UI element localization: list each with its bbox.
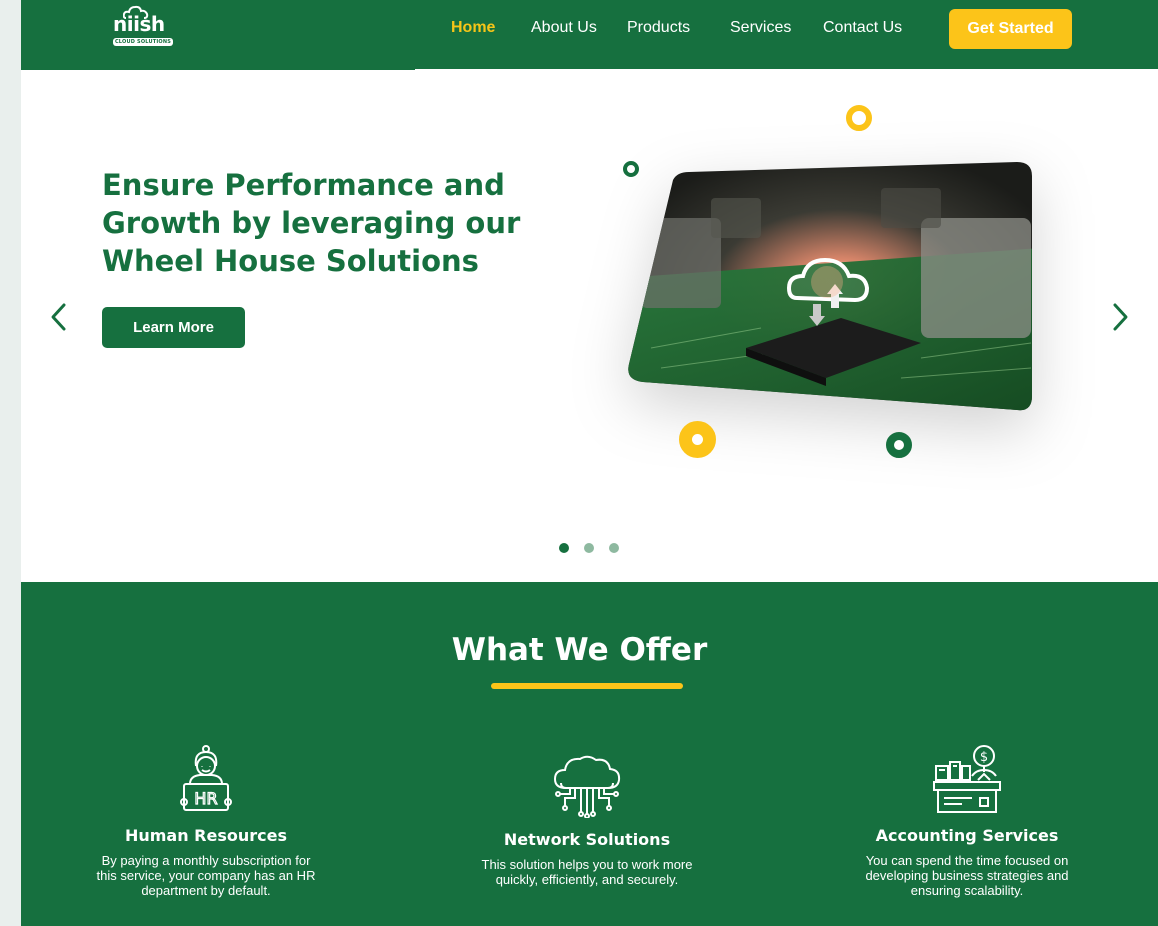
header-accent-line [21, 69, 415, 70]
offer-card-network[interactable]: Network Solutions This solution helps yo… [467, 754, 707, 887]
carousel-next-button[interactable] [1104, 300, 1134, 334]
nav-about-us[interactable]: About Us [531, 19, 597, 37]
accounting-desk-icon: $ [933, 745, 1001, 813]
offer-card-accounting[interactable]: $ Accounting Services You can spend the … [847, 744, 1087, 898]
offer-section: What We Offer HR Human Resources By payi… [21, 582, 1158, 926]
page: niish CLOUD SOLUTIONS Home About Us Prod… [21, 0, 1158, 926]
carousel-dot-2[interactable] [584, 543, 594, 553]
offer-card-title: Accounting Services [875, 826, 1059, 845]
cloud-network-icon [553, 755, 621, 818]
offer-title: What We Offer [451, 632, 708, 668]
get-started-button[interactable]: Get Started [949, 9, 1072, 49]
offer-card-description: This solution helps you to work more qui… [481, 857, 693, 887]
decor-ring-yellow-large [679, 421, 716, 458]
brand-logo[interactable]: niish CLOUD SOLUTIONS [111, 5, 175, 49]
hero-title: Ensure Performance and Growth by leverag… [102, 168, 521, 278]
offer-card-title: Human Resources [124, 826, 288, 845]
cloud-chip-image [628, 162, 1032, 411]
hr-person-icon: HR [180, 745, 232, 811]
nav-services[interactable]: Services [730, 19, 791, 37]
chevron-left-icon [51, 303, 66, 331]
nav-contact-us[interactable]: Contact Us [823, 19, 902, 37]
decor-ring-green-large [886, 432, 912, 458]
decor-ring-yellow-small [846, 105, 872, 131]
svg-text:$: $ [980, 750, 988, 765]
carousel-prev-button[interactable] [45, 300, 75, 334]
nav-products[interactable]: Products [627, 19, 690, 37]
site-header: niish CLOUD SOLUTIONS Home About Us Prod… [21, 0, 1158, 69]
offer-title-underline [491, 683, 683, 689]
logo-text: niish [113, 12, 165, 36]
learn-more-button[interactable]: Learn More [102, 307, 245, 348]
carousel-dot-1[interactable] [559, 543, 569, 553]
offer-card-description: You can spend the time focused on develo… [865, 853, 1069, 898]
nav-home[interactable]: Home [451, 19, 495, 37]
logo-tagline: CLOUD SOLUTIONS [113, 38, 173, 46]
hero-image [621, 158, 1041, 418]
carousel-dot-3[interactable] [609, 543, 619, 553]
chevron-right-icon [1113, 303, 1128, 331]
svg-text:HR: HR [194, 789, 217, 808]
carousel-pagination [554, 543, 624, 555]
offer-card-hr[interactable]: HR Human Resources By paying a monthly s… [86, 744, 326, 898]
offer-card-description: By paying a monthly subscription for thi… [96, 853, 316, 898]
offer-card-title: Network Solutions [503, 830, 671, 849]
